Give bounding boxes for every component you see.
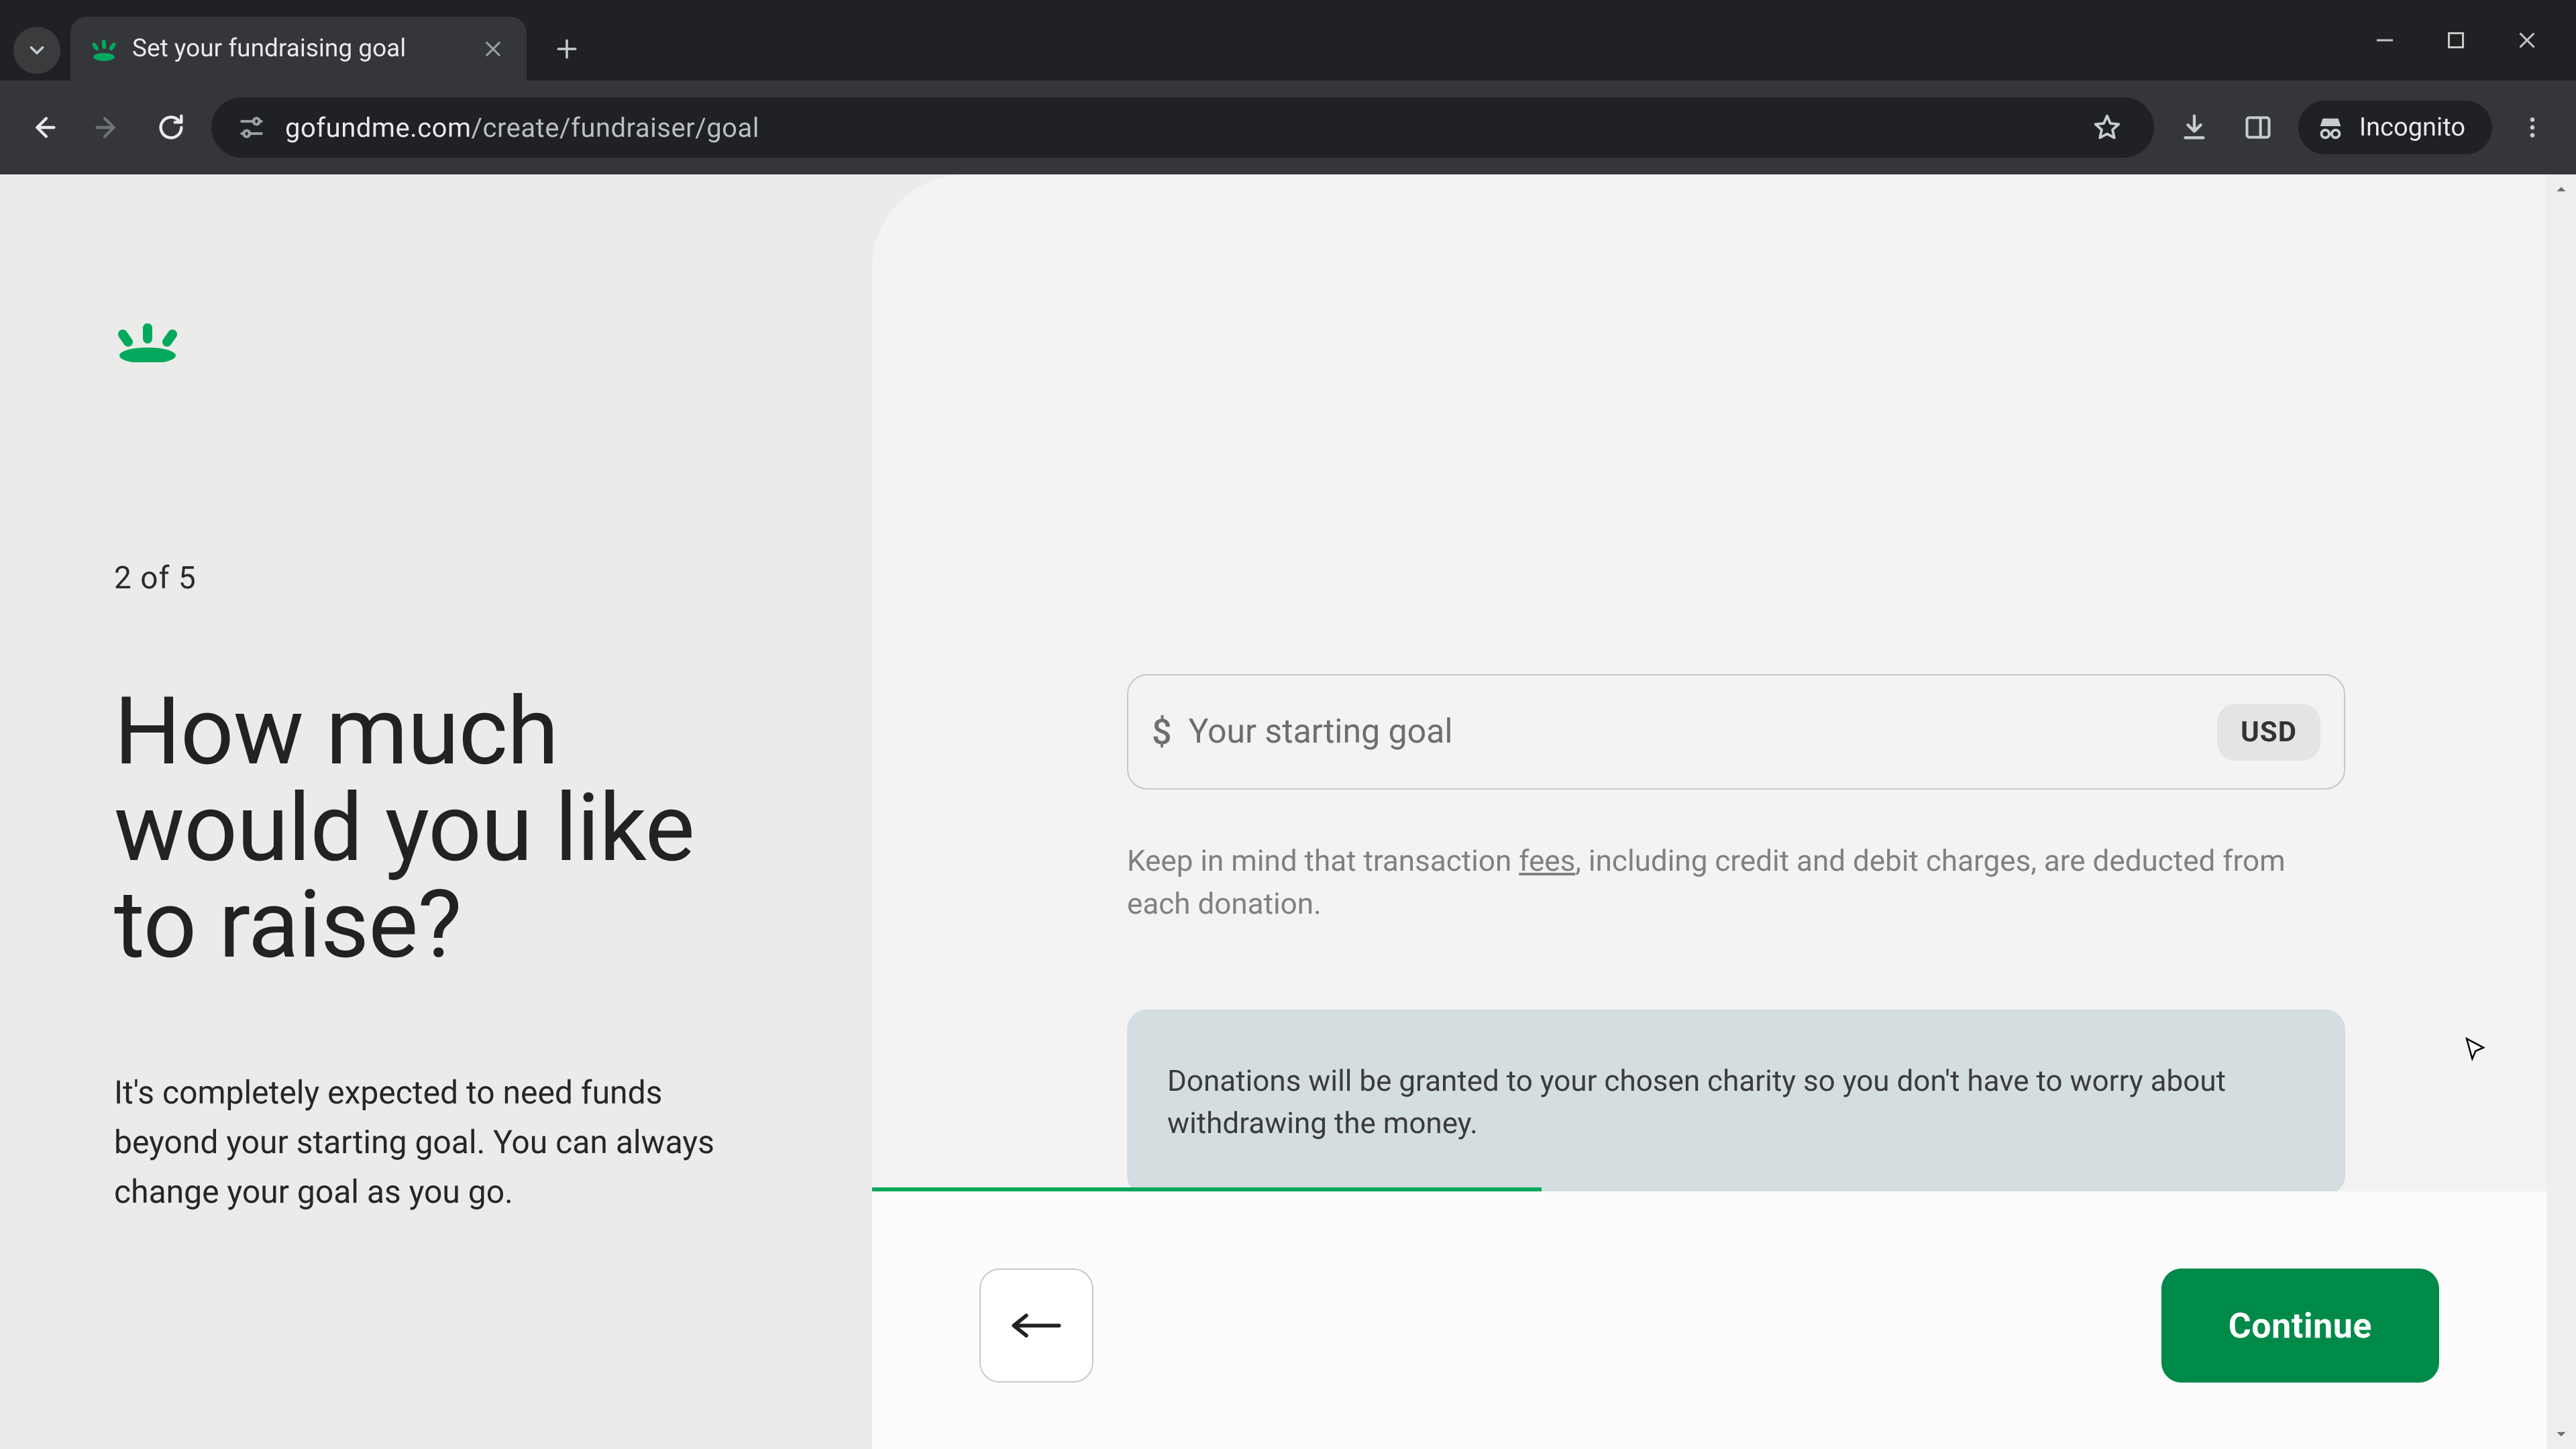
- window-maximize-button[interactable]: [2444, 28, 2468, 52]
- maximize-icon: [2444, 28, 2468, 52]
- url-text: gofundme.com/create/fundraiser/goal: [285, 112, 2067, 144]
- tab-title: Set your fundraising goal: [132, 34, 465, 63]
- browser-toolbar: gofundme.com/create/fundraiser/goal Inco…: [0, 80, 2576, 174]
- site-settings-button[interactable]: [235, 111, 268, 144]
- arrow-right-icon: [92, 112, 123, 143]
- charity-info-box: Donations will be granted to your chosen…: [1127, 1010, 2345, 1196]
- arrow-left-icon: [28, 112, 59, 143]
- nav-reload-button[interactable]: [148, 104, 195, 151]
- currency-symbol: $: [1152, 712, 1172, 753]
- incognito-indicator[interactable]: Incognito: [2298, 101, 2492, 154]
- step-counter: 2 of 5: [114, 560, 765, 596]
- caret-down-icon: [2553, 1426, 2570, 1443]
- fee-note: Keep in mind that transaction fees, incl…: [1127, 840, 2345, 926]
- back-button[interactable]: [979, 1269, 1093, 1383]
- star-icon: [2092, 112, 2123, 143]
- browser-menu-button[interactable]: [2509, 104, 2556, 151]
- continue-button[interactable]: Continue: [2161, 1269, 2439, 1383]
- vertical-scrollbar[interactable]: [2546, 174, 2576, 1449]
- wizard-footer: Continue: [872, 1191, 2546, 1449]
- reload-icon: [156, 112, 186, 143]
- tab-close-button[interactable]: [480, 36, 506, 62]
- panel-icon: [2243, 113, 2273, 142]
- caret-up-icon: [2553, 180, 2570, 198]
- currency-selector[interactable]: USD: [2217, 704, 2320, 761]
- close-icon: [2515, 28, 2539, 52]
- chevron-down-icon: [25, 39, 48, 62]
- tab-search-dropdown[interactable]: [13, 27, 60, 74]
- browser-tab[interactable]: Set your fundraising goal: [70, 17, 527, 80]
- left-pane: 2 of 5 How much would you like to raise?…: [0, 174, 872, 1449]
- gofundme-favicon-icon: [91, 36, 117, 62]
- page-headline: How much would you like to raise?: [114, 684, 765, 974]
- download-icon: [2179, 112, 2210, 143]
- scroll-up-button[interactable]: [2546, 174, 2576, 204]
- side-panel-button[interactable]: [2235, 104, 2282, 151]
- incognito-label: Incognito: [2359, 113, 2465, 142]
- page-viewport: 2 of 5 How much would you like to raise?…: [0, 174, 2576, 1449]
- window-close-button[interactable]: [2515, 28, 2539, 52]
- arrow-left-icon: [1006, 1305, 1067, 1346]
- right-pane: $ USD Keep in mind that transaction fees…: [872, 174, 2546, 1449]
- plus-icon: [554, 36, 580, 62]
- fees-link[interactable]: fees: [1519, 843, 1575, 878]
- nav-forward-button[interactable]: [84, 104, 131, 151]
- goal-amount-input[interactable]: [1189, 712, 2201, 751]
- incognito-icon: [2315, 112, 2346, 143]
- address-bar[interactable]: gofundme.com/create/fundraiser/goal: [211, 97, 2154, 158]
- downloads-button[interactable]: [2171, 104, 2218, 151]
- tune-icon: [237, 113, 266, 142]
- gofundme-logo[interactable]: [114, 322, 181, 362]
- gofundme-logo-icon: [114, 322, 181, 362]
- close-icon: [482, 38, 504, 60]
- minimize-icon: [2373, 28, 2397, 52]
- nav-back-button[interactable]: [20, 104, 67, 151]
- scroll-down-button[interactable]: [2546, 1419, 2576, 1449]
- bookmark-button[interactable]: [2084, 104, 2131, 151]
- goal-input-wrapper[interactable]: $ USD: [1127, 674, 2345, 790]
- window-minimize-button[interactable]: [2373, 28, 2397, 52]
- kebab-icon: [2519, 114, 2546, 141]
- new-tab-button[interactable]: [543, 25, 590, 72]
- browser-tab-strip: Set your fundraising goal: [0, 0, 2576, 80]
- page-subtext: It's completely expected to need funds b…: [114, 1068, 731, 1218]
